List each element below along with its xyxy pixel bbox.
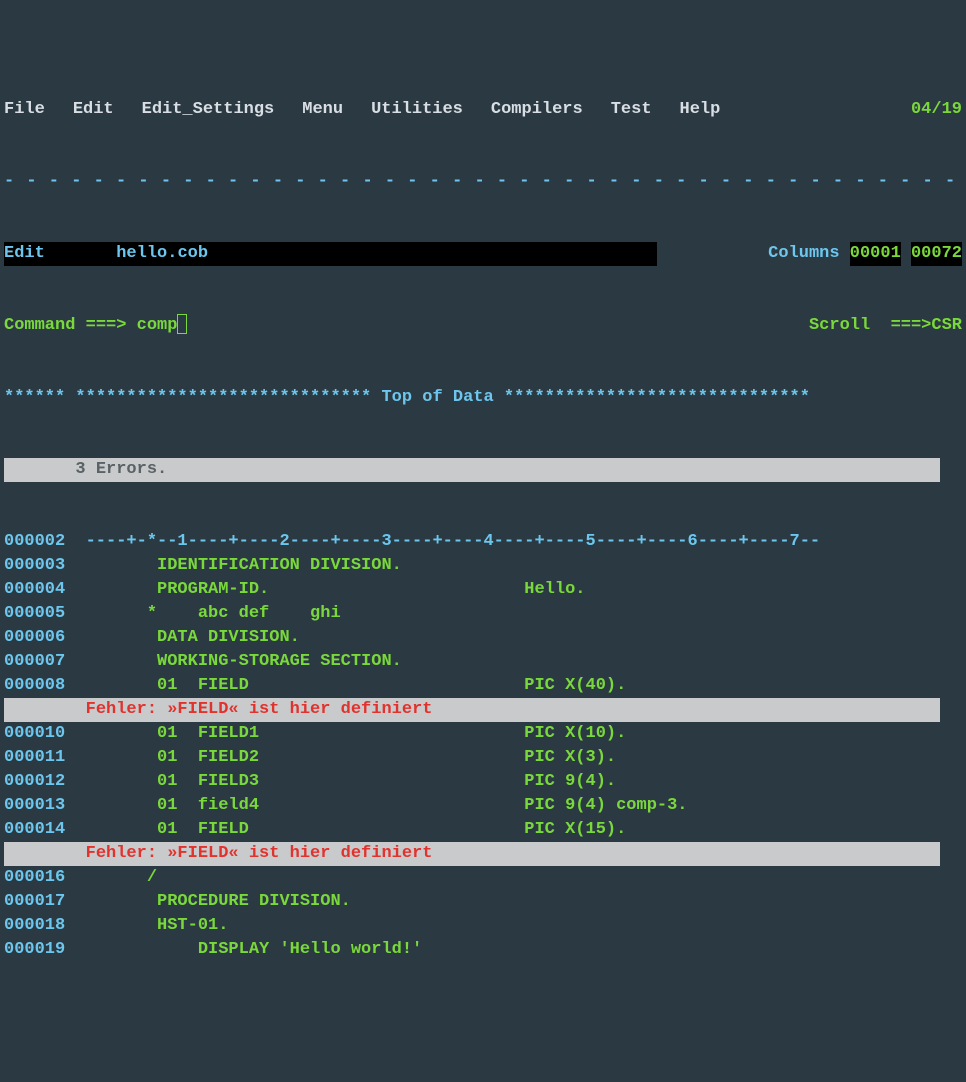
line-number: 000012 (4, 770, 75, 794)
line-number: 000018 (4, 914, 75, 938)
code-line[interactable]: 000014 01 FIELD PIC X(15). (4, 818, 962, 842)
code-line[interactable]: 000010 01 FIELD1 PIC X(10). (4, 722, 962, 746)
code-text[interactable]: WORKING-STORAGE SECTION. (75, 652, 401, 671)
line-number: 000014 (4, 818, 75, 842)
code-text[interactable]: IDENTIFICATION DIVISION. (75, 556, 401, 575)
code-text[interactable]: 01 FIELD2 PIC X(3). (75, 748, 616, 767)
code-line[interactable]: 000004 PROGRAM-ID. Hello. (4, 578, 962, 602)
ruler: ----+-*--1----+----2----+----3----+----4… (75, 532, 820, 551)
line-number: 000013 (4, 794, 75, 818)
line-number: 000003 (4, 554, 75, 578)
command-label: Command ===> (4, 314, 126, 338)
code-line[interactable]: 000012 01 FIELD3 PIC 9(4). (4, 770, 962, 794)
menu-utilities[interactable]: Utilities (371, 98, 463, 122)
cursor-icon (177, 314, 187, 334)
line-number: 000007 (4, 650, 75, 674)
top-of-data: ****** ***************************** Top… (4, 386, 962, 410)
code-text[interactable]: HST-01. (75, 916, 228, 935)
code-text[interactable]: 01 FIELD PIC X(40). (75, 676, 626, 695)
mode-label: Edit (4, 242, 45, 266)
error-line: Fehler: »FIELD« ist hier definiert (4, 842, 940, 866)
scroll-label: Scroll ===> (809, 314, 931, 338)
code-line[interactable]: 000011 01 FIELD2 PIC X(3). (4, 746, 962, 770)
line-number: 000004 (4, 578, 75, 602)
menu-file[interactable]: File (4, 98, 45, 122)
code-line[interactable]: 000002 ----+-*--1----+----2----+----3---… (4, 530, 962, 554)
line-number: 000006 (4, 626, 75, 650)
col-end: 00072 (911, 242, 962, 266)
menu-compilers[interactable]: Compilers (491, 98, 583, 122)
menu-test[interactable]: Test (611, 98, 652, 122)
menu-edit[interactable]: Edit (73, 98, 114, 122)
col-start: 00001 (850, 242, 901, 266)
code-text[interactable]: / (75, 868, 157, 887)
error-summary: 3 Errors. (4, 458, 940, 482)
command-input[interactable]: comp (137, 314, 178, 338)
code-text[interactable]: PROCEDURE DIVISION. (75, 892, 350, 911)
code-line[interactable]: 000018 HST-01. (4, 914, 962, 938)
code-line[interactable]: 000013 01 field4 PIC 9(4) comp-3. (4, 794, 962, 818)
line-number: 000010 (4, 722, 75, 746)
code-line[interactable]: 000017 PROCEDURE DIVISION. (4, 890, 962, 914)
page-indicator: 04/19 (911, 98, 962, 122)
code-text[interactable]: 01 FIELD1 PIC X(10). (75, 724, 626, 743)
line-number: 000005 (4, 602, 75, 626)
code-line[interactable]: 000005 * abc def ghi (4, 602, 962, 626)
header-row-2: Command ===> comp Scroll ===>CSR (4, 314, 962, 338)
code-line[interactable]: 000003 IDENTIFICATION DIVISION. (4, 554, 962, 578)
code-text[interactable]: 01 FIELD PIC X(15). (75, 820, 626, 839)
code-area[interactable]: 000002 ----+-*--1----+----2----+----3---… (4, 530, 962, 962)
menu-bar: File Edit Edit_Settings Menu Utilities C… (4, 98, 962, 122)
code-text[interactable]: 01 field4 PIC 9(4) comp-3. (75, 796, 687, 815)
header-row-1: Edit hello.cob Columns 00001 00072 (4, 242, 962, 266)
line-number: 000008 (4, 674, 75, 698)
menu-edit-settings[interactable]: Edit_Settings (142, 98, 275, 122)
code-line[interactable]: 000007 WORKING-STORAGE SECTION. (4, 650, 962, 674)
error-line: Fehler: »FIELD« ist hier definiert (4, 698, 940, 722)
code-text[interactable]: 01 FIELD3 PIC 9(4). (75, 772, 616, 791)
line-number: 000017 (4, 890, 75, 914)
code-line[interactable]: 000006 DATA DIVISION. (4, 626, 962, 650)
code-text[interactable]: * abc def ghi (75, 604, 340, 623)
code-text[interactable]: DISPLAY 'Hello world!' (75, 940, 422, 959)
code-text[interactable]: PROGRAM-ID. Hello. (75, 580, 585, 599)
menu-help[interactable]: Help (680, 98, 721, 122)
code-line[interactable]: 000019 DISPLAY 'Hello world!' (4, 938, 962, 962)
line-number: 000011 (4, 746, 75, 770)
line-number: 000016 (4, 866, 75, 890)
line-number: 000019 (4, 938, 75, 962)
scroll-value[interactable]: CSR (931, 314, 962, 338)
code-line[interactable]: 000016 / (4, 866, 962, 890)
divider-line: - - - - - - - - - - - - - - - - - - - - … (4, 170, 962, 194)
menu-menu[interactable]: Menu (302, 98, 343, 122)
code-line[interactable]: 000008 01 FIELD PIC X(40). (4, 674, 962, 698)
filename: hello.cob (116, 242, 208, 266)
code-text[interactable]: DATA DIVISION. (75, 628, 299, 647)
columns-label: Columns (768, 242, 839, 266)
line-number: 000002 (4, 530, 75, 554)
